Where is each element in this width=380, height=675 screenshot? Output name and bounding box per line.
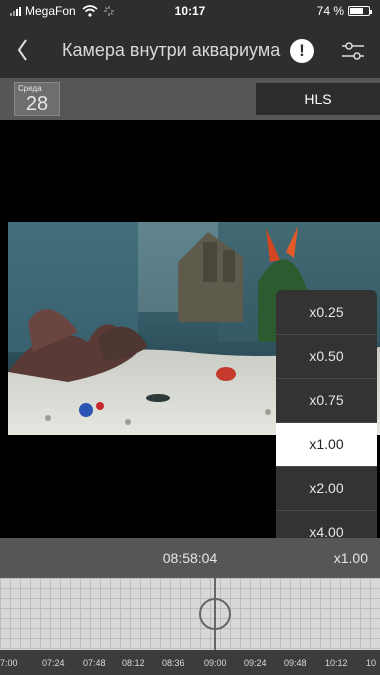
- speed-option[interactable]: x0.75: [276, 378, 377, 422]
- battery-icon: [348, 6, 372, 16]
- speed-option[interactable]: x0.25: [276, 290, 377, 334]
- speed-option[interactable]: x1.00: [276, 422, 377, 466]
- speed-divider: [276, 422, 377, 423]
- timeline-tick-label: 7:00: [0, 658, 18, 668]
- speed-divider: [276, 334, 377, 335]
- scrub-handle[interactable]: [199, 598, 231, 630]
- timeline-tick-label: 09:00: [204, 658, 227, 668]
- timeline-scrubber[interactable]: [0, 578, 380, 650]
- battery-group: 74 %: [316, 4, 372, 18]
- back-chevron-icon[interactable]: [14, 36, 32, 64]
- timeline-tick-label: 10:12: [325, 658, 348, 668]
- timeline-tick-label: 07:24: [42, 658, 65, 668]
- battery-fill: [350, 8, 364, 14]
- timeline-tick-label: 07:48: [83, 658, 106, 668]
- settings-sliders-icon[interactable]: [340, 38, 366, 64]
- day-name: Среда: [18, 84, 42, 93]
- timeline-ticks: 7:00 07:24 07:48 08:12 08:36 09:00 09:24 09:48 1…: [0, 650, 380, 675]
- timeline-tick-label: 08:36: [162, 658, 185, 668]
- timeline-tick-label: 08:12: [122, 658, 145, 668]
- speed-option[interactable]: x0.50: [276, 334, 377, 378]
- timeline-tick-label: 09:24: [244, 658, 267, 668]
- timeline-tick-label: 09:48: [284, 658, 307, 668]
- day-number: 28: [25, 93, 49, 115]
- speed-toggle-button[interactable]: x1.00: [334, 550, 368, 566]
- speed-divider: [276, 466, 377, 467]
- playback-bar: 08:58:04 x1.00: [0, 538, 380, 578]
- video-player[interactable]: x0.25x0.50x0.75x1.00x2.00x4.00x8.00x16.0…: [0, 120, 380, 654]
- timeline-tick-label: 10: [366, 658, 377, 668]
- date-badge[interactable]: Среда 28: [14, 82, 60, 116]
- battery-percent: 74 %: [316, 4, 344, 18]
- speed-option[interactable]: x2.00: [276, 466, 377, 510]
- speed-divider: [276, 510, 377, 511]
- speed-divider: [276, 378, 377, 379]
- hls-stream-button[interactable]: HLS: [256, 83, 380, 115]
- status-bar: MegaFon 10:17 74 %: [0, 0, 380, 22]
- alert-icon[interactable]: !: [290, 39, 314, 63]
- page-title: Камера внутри аквариума: [62, 40, 281, 60]
- info-bar: Среда 28 HLS: [0, 78, 380, 120]
- nav-bar: Камера внутри аквариума !: [0, 22, 380, 78]
- current-time: 08:58:04: [162, 550, 218, 566]
